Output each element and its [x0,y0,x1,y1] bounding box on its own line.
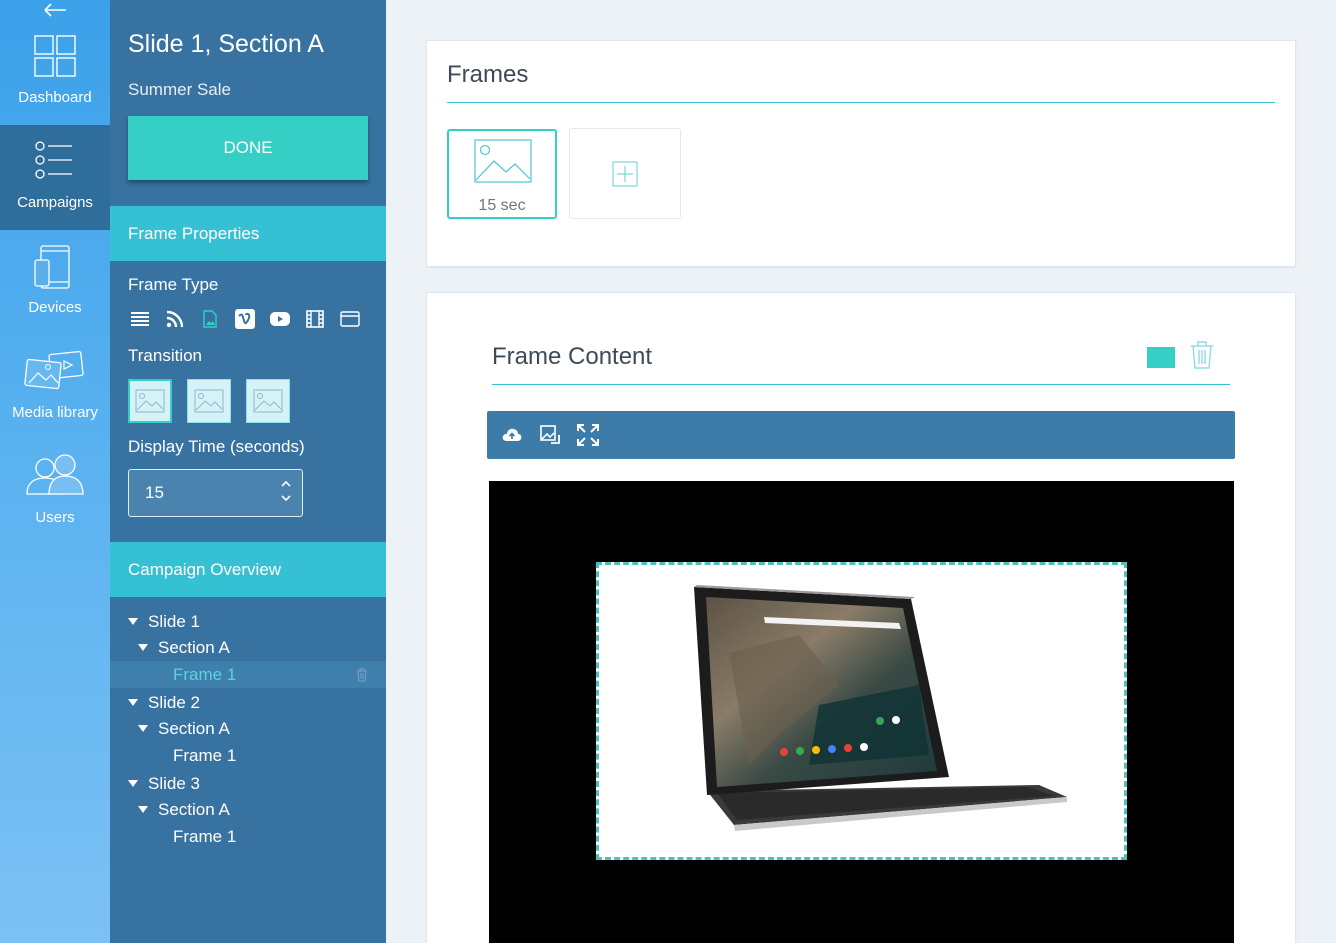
dashboard-grid-icon [34,35,76,77]
nav-label: Dashboard [18,89,92,106]
tree-label: Section A [158,637,230,657]
main-nav: Dashboard Campaigns Devices Media librar… [0,0,110,943]
display-time-label: Display Time (seconds) [128,437,305,456]
tree-label: Section A [158,718,230,738]
tree-label: Section A [158,799,230,819]
chevron-down-icon[interactable] [280,492,292,504]
media-library-icon [24,350,84,390]
expand-caret-icon[interactable] [128,699,138,706]
devices-icon [34,245,70,289]
users-icon [26,454,84,495]
nav-label: Media library [12,404,98,421]
trash-icon[interactable] [1189,340,1215,370]
transition-option-3[interactable] [246,379,290,423]
frame-type-label: Frame Type [128,275,219,294]
frames-title: Frames [447,61,529,88]
add-frame-button[interactable] [569,128,681,219]
image-placeholder-icon [253,389,283,413]
trash-icon[interactable] [356,668,368,682]
media-drop-zone[interactable] [596,562,1127,860]
done-button[interactable]: DONE [128,116,368,180]
expand-caret-icon[interactable] [138,725,148,732]
browser-icon[interactable] [340,308,360,330]
display-time-input[interactable]: 15 [128,469,303,517]
tree-frame[interactable]: Frame 1 [110,823,386,850]
image-icon[interactable] [200,308,220,330]
nav-users[interactable]: Users [0,440,110,545]
display-time-value: 15 [145,483,164,502]
frame-type-options [130,308,360,330]
tablet-with-keyboard-image [694,585,1067,831]
expand-caret-icon[interactable] [128,780,138,787]
nav-campaigns[interactable]: Campaigns [0,125,110,230]
tree-label: Slide 1 [148,611,200,631]
replace-image-icon[interactable] [539,424,561,446]
nav-devices[interactable]: Devices [0,230,110,335]
expand-caret-icon[interactable] [138,644,148,651]
list-icon [35,141,72,179]
tree-slide-1[interactable]: Slide 1 [110,608,386,635]
nav-label: Users [35,509,75,526]
panel-title: Slide 1, Section A [128,30,324,58]
image-placeholder-icon [135,389,165,413]
tree-label: Slide 3 [148,773,200,793]
nav-dashboard[interactable]: Dashboard [0,20,110,125]
back-arrow-icon[interactable] [40,0,70,20]
fullscreen-icon[interactable] [577,424,599,446]
vimeo-icon[interactable] [235,308,255,330]
tree-label: Frame 1 [173,745,237,765]
nav-label: Campaigns [17,194,93,211]
list-icon[interactable] [130,308,150,330]
tree-label: Frame 1 [173,664,237,684]
nav-label: Devices [28,299,82,316]
rss-icon[interactable] [165,308,185,330]
chevron-up-icon[interactable] [280,478,292,490]
frame-duration: 15 sec [478,197,526,214]
divider [492,384,1230,385]
tree-slide-2[interactable]: Slide 2 [110,689,386,716]
tree-section[interactable]: Section A [110,634,386,661]
image-placeholder-icon [474,139,532,183]
transition-option-2[interactable] [187,379,231,423]
campaign-overview-header: Campaign Overview [110,542,386,597]
youtube-icon[interactable] [270,308,290,330]
campaign-name: Summer Sale [128,80,231,99]
upload-icon[interactable] [501,424,523,446]
tree-label: Frame 1 [173,826,237,846]
plus-icon [612,160,638,187]
number-spinner[interactable] [280,478,292,504]
frame-thumbnail[interactable]: 15 sec [447,129,557,219]
background-color-swatch[interactable] [1147,347,1175,368]
divider [447,102,1275,103]
nav-media-library[interactable]: Media library [0,335,110,440]
tree-frame-selected[interactable]: Frame 1 [110,661,386,688]
tree-frame[interactable]: Frame 1 [110,742,386,769]
tree-slide-3[interactable]: Slide 3 [110,770,386,797]
transition-option-1[interactable] [128,379,172,423]
frame-content-toolbar [487,411,1235,459]
tree-label: Slide 2 [148,692,200,712]
frame-properties-header: Frame Properties [110,206,386,261]
tree-section[interactable]: Section A [110,796,386,823]
expand-caret-icon[interactable] [128,618,138,625]
film-icon[interactable] [305,308,325,330]
transition-label: Transition [128,346,203,365]
frame-content-title: Frame Content [492,343,653,370]
tree-section[interactable]: Section A [110,715,386,742]
image-placeholder-icon [194,389,224,413]
frame-properties-panel: Slide 1, Section A Summer Sale DONE Fram… [110,0,386,943]
expand-caret-icon[interactable] [138,806,148,813]
